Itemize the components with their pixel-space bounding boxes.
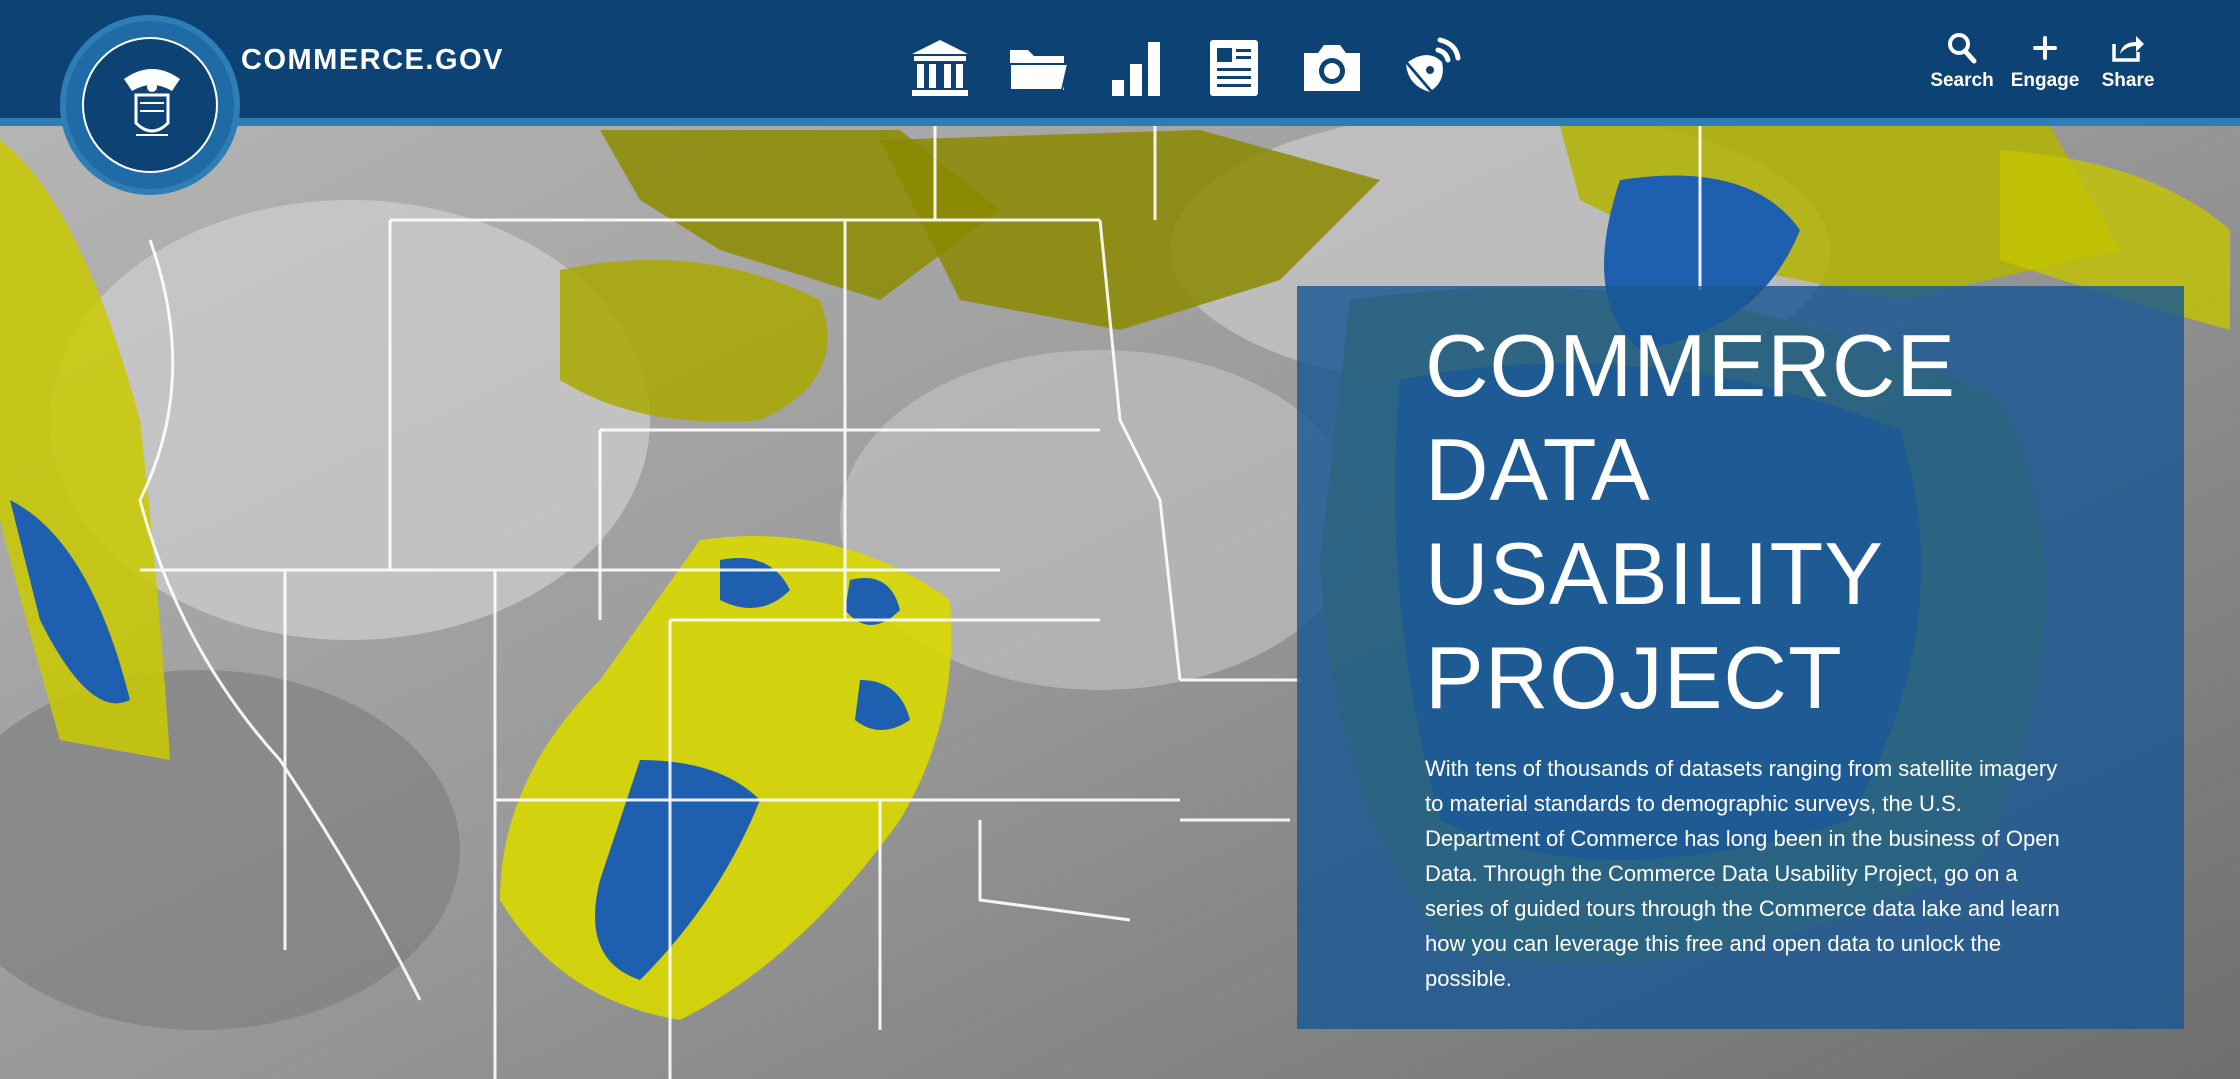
camera-icon[interactable]	[1297, 33, 1367, 103]
share-button[interactable]: Share	[2088, 32, 2168, 102]
engage-label: Engage	[2010, 70, 2080, 91]
department-seal-logo[interactable]	[60, 15, 240, 195]
bar-chart-icon[interactable]	[1101, 33, 1171, 103]
site-brand-link[interactable]: COMMERCE.GOV	[241, 44, 504, 77]
bank-icon[interactable]	[905, 33, 975, 103]
seal-emblem	[82, 37, 218, 173]
hero-description: With tens of thousands of datasets rangi…	[1425, 756, 2060, 991]
search-icon	[1922, 32, 2002, 70]
share-icon	[2088, 32, 2168, 70]
hero-panel: COMMERCE DATA USABILITY PROJECT With ten…	[1297, 286, 2184, 1029]
engage-button[interactable]: Engage	[2005, 32, 2085, 102]
plus-icon	[2005, 32, 2085, 70]
satellite-dish-icon[interactable]	[1395, 33, 1465, 103]
header-stripe	[0, 118, 2240, 126]
hero-title: COMMERCE DATA USABILITY PROJECT	[1425, 316, 1957, 727]
eagle-shield-icon	[124, 69, 180, 136]
search-label: Search	[1930, 70, 1994, 91]
search-button[interactable]: Search	[1922, 32, 2002, 102]
folder-icon[interactable]	[1003, 33, 1073, 103]
share-label: Share	[2101, 70, 2155, 91]
newspaper-icon[interactable]	[1199, 33, 1269, 103]
